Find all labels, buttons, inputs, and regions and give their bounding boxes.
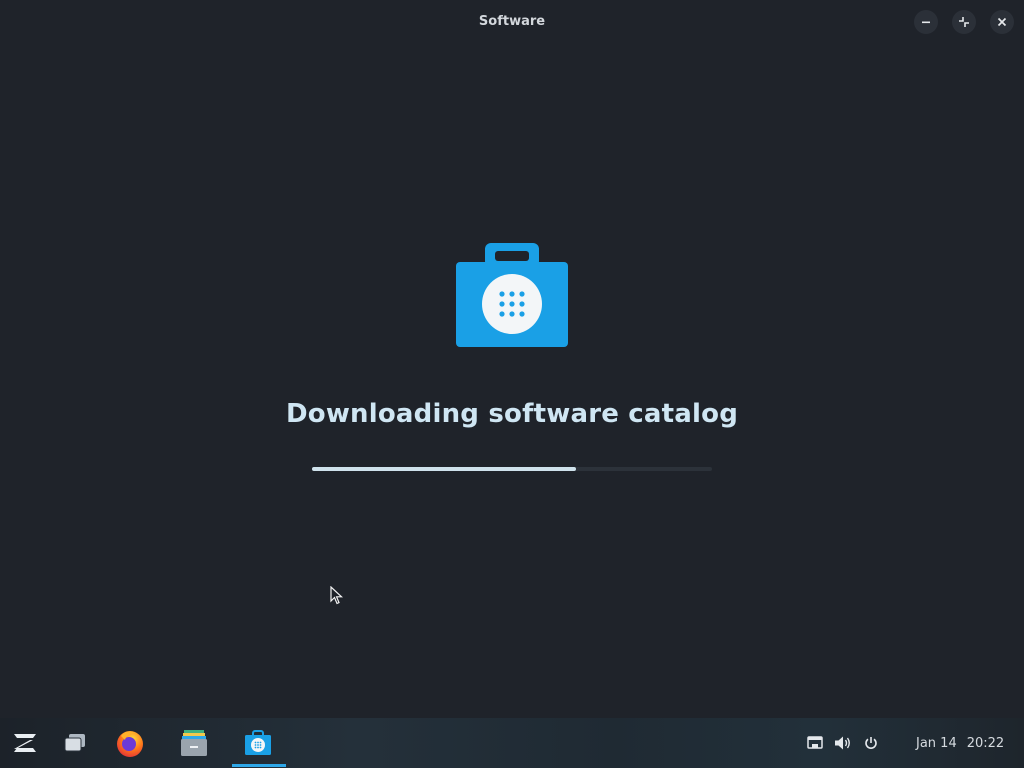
power-button[interactable] bbox=[862, 734, 880, 752]
progress-fill bbox=[312, 467, 576, 471]
firefox-launcher[interactable] bbox=[108, 718, 152, 768]
software-window: Software Downloading software catalog bbox=[0, 0, 1024, 718]
close-icon bbox=[997, 17, 1007, 27]
software-store-icon bbox=[245, 730, 271, 755]
mouse-pointer-icon bbox=[330, 585, 344, 611]
minimize-icon bbox=[922, 21, 930, 24]
clock-date: Jan 14 bbox=[916, 736, 957, 751]
file-cabinet-icon bbox=[181, 730, 207, 756]
software-launcher[interactable] bbox=[232, 718, 284, 768]
minimize-button[interactable] bbox=[914, 10, 938, 34]
restore-icon bbox=[959, 17, 969, 27]
status-heading: Downloading software catalog bbox=[285, 399, 739, 429]
clock-time: 20:22 bbox=[966, 736, 1005, 751]
network-button[interactable] bbox=[806, 734, 824, 752]
window-overview-button[interactable] bbox=[56, 718, 94, 768]
firefox-icon bbox=[117, 731, 143, 757]
volume-icon bbox=[835, 736, 850, 750]
restore-button[interactable] bbox=[952, 10, 976, 34]
files-launcher[interactable] bbox=[172, 718, 216, 768]
download-progress-bar bbox=[312, 467, 712, 471]
window-title: Software bbox=[478, 14, 546, 29]
close-button[interactable] bbox=[990, 10, 1014, 34]
volume-button[interactable] bbox=[834, 734, 852, 752]
active-app-indicator bbox=[232, 764, 286, 767]
date-time-clock[interactable]: Jan 14 20:22 bbox=[900, 736, 1020, 751]
power-icon bbox=[865, 737, 877, 749]
network-icon bbox=[807, 736, 823, 749]
windows-overview-icon bbox=[64, 734, 85, 752]
zorin-logo-icon bbox=[14, 734, 36, 752]
title-bar[interactable]: Software bbox=[0, 0, 1024, 42]
software-store-icon bbox=[455, 242, 569, 348]
zorin-menu-button[interactable] bbox=[4, 718, 46, 768]
